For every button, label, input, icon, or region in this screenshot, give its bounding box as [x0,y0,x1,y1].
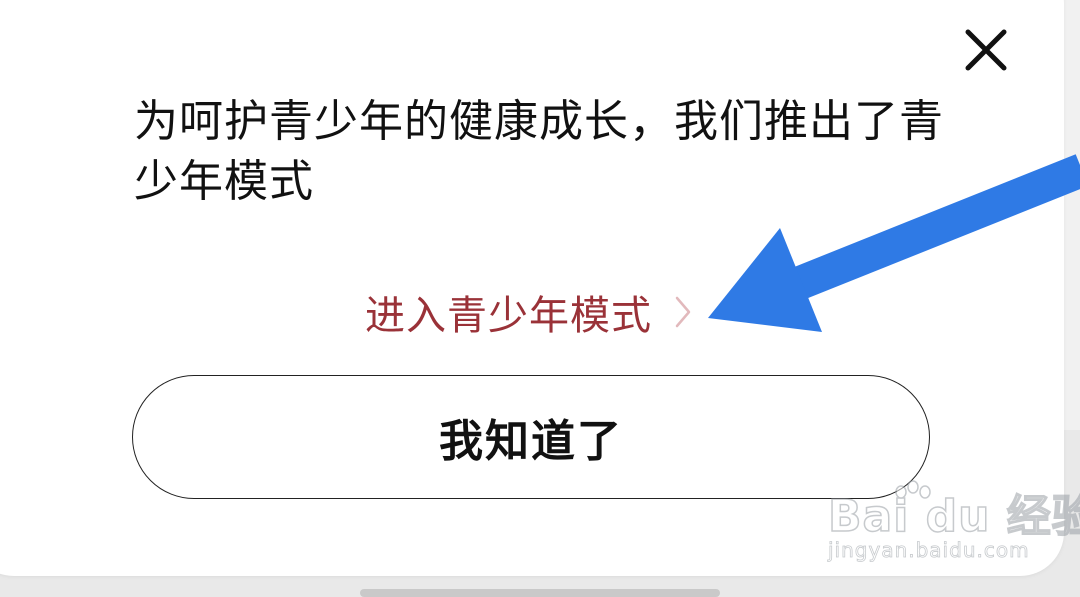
close-icon [965,29,1007,71]
acknowledge-button[interactable]: 我知道了 [132,375,930,499]
dialog-message: 为呵护青少年的健康成长，我们推出了青少年模式 [134,96,944,207]
close-button[interactable] [958,22,1014,78]
chevron-right-icon [674,295,692,329]
watermark-logo: Bai du 经验 [827,490,1080,543]
paw-icon [895,480,931,499]
home-indicator[interactable] [360,589,720,597]
enter-teen-mode-label: 进入青少年模式 [365,293,652,339]
enter-teen-mode-link[interactable]: 进入青少年模式 [365,284,692,340]
acknowledge-button-label: 我知道了 [439,416,623,467]
baidu-jingyan-watermark: Bai du 经验 jingyan.baidu.com [827,480,1080,572]
watermark-url: jingyan.baidu.com [828,538,1030,563]
